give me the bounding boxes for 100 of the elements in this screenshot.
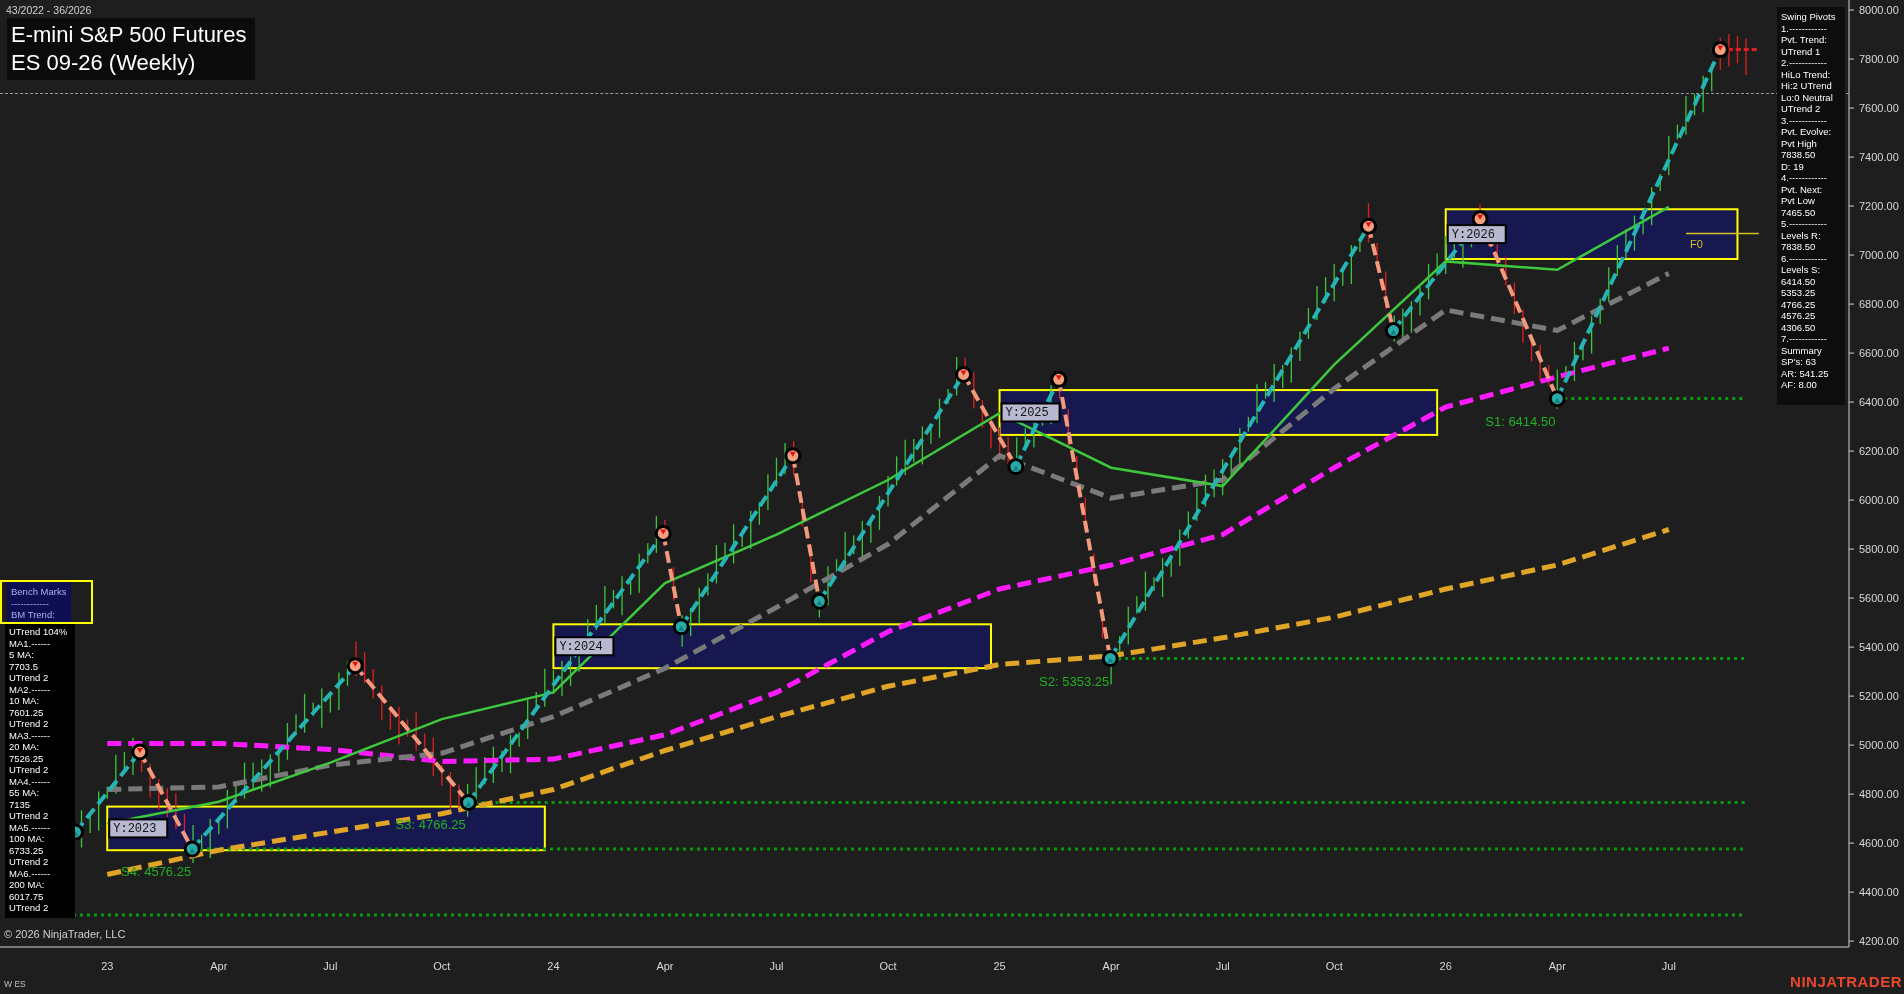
year-label: Y:2026 [1446, 224, 1507, 245]
panel-text: 6017.75 [9, 890, 45, 902]
panel-text: Summary [1781, 344, 1823, 356]
price-axis-label: 6800.00 [1859, 298, 1899, 311]
panel-text: Pvt Low [1781, 195, 1816, 207]
panel-text: UTrend 2 [9, 672, 50, 684]
price-axis-label: 8000.00 [1859, 4, 1899, 17]
price-axis-label: 5600.00 [1859, 592, 1899, 605]
panel-text: 4766.25 [1781, 298, 1817, 310]
chart-title: E-mini S&P 500 Futures [11, 21, 247, 49]
panel-text: 6414.50 [1781, 275, 1817, 287]
panel-text: Levels R: [1781, 229, 1822, 241]
price-axis-label: 7800.00 [1859, 53, 1899, 66]
panel-text: MA5.------ [9, 821, 52, 833]
price-axis-label: 7000.00 [1859, 249, 1899, 262]
year-label: Y:2025 [1000, 402, 1061, 423]
time-axis-label: Apr [656, 960, 674, 972]
price-axis-label: 7400.00 [1859, 151, 1899, 164]
chart-title: ES 09-26 (Weekly) [11, 49, 197, 77]
panel-text: 6733.25 [9, 844, 45, 856]
panel-text: AF: 8.00 [1781, 379, 1818, 391]
panel-text: 200 MA: [9, 879, 46, 891]
panel-text: Hi:2 UTrend [1781, 80, 1833, 92]
price-axis-label: 6600.00 [1859, 347, 1899, 360]
price-axis-label: 4600.00 [1859, 837, 1899, 850]
time-axis-label: Apr [1548, 960, 1566, 972]
panel-text: Pvt. Trend: [1781, 34, 1828, 46]
year-label: Y:2024 [554, 636, 615, 657]
instrument-code: W ES [4, 979, 26, 989]
panel-text: HiLo Trend: [1781, 68, 1832, 80]
panel-text: MA6.------ [9, 867, 52, 879]
time-axis-label: Oct [879, 960, 897, 972]
panel-text: ------------ [11, 597, 50, 609]
price-axis-label: 5800.00 [1859, 543, 1899, 556]
panel-text: AR: 541.25 [1781, 367, 1830, 379]
panel-text: 7703.5 [9, 660, 40, 672]
brand-logo: NINJATRADER [1790, 973, 1902, 990]
time-axis-label: Jul [1215, 960, 1230, 972]
time-axis-label: Apr [1102, 960, 1120, 972]
price-axis-label: 6400.00 [1859, 396, 1899, 409]
panel-text: MA4.------ [9, 775, 52, 787]
panel-text: 7135 [9, 798, 32, 810]
panel-text: 7465.50 [1781, 206, 1817, 218]
panel-text: 2.------------ [1781, 57, 1828, 69]
date-range: 43/2022 - 36/2026 [6, 4, 92, 16]
time-axis-label: Jul [769, 960, 784, 972]
time-axis-label: Oct [433, 960, 451, 972]
time-axis-label: 25 [993, 960, 1006, 972]
time-axis-label: 26 [1439, 960, 1452, 972]
panel-text: 4.------------ [1781, 172, 1828, 184]
panel-text: 4576.25 [1781, 310, 1817, 322]
panel-text: MA2.------ [9, 683, 52, 695]
time-axis-label: Jul [323, 960, 338, 972]
panel-text: UTrend 2 [9, 856, 50, 868]
price-axis-label: 7600.00 [1859, 102, 1899, 115]
panel-text: D: 19 [1781, 160, 1805, 172]
price-axis-label: 6000.00 [1859, 494, 1899, 507]
price-axis-label: 4200.00 [1859, 935, 1899, 948]
panel-text: UTrend 2 [9, 810, 50, 822]
panel-text: BM Trend: [11, 609, 56, 621]
panel-text: UTrend 1 [1781, 45, 1822, 57]
support-label: S1: 6414.50 [1485, 413, 1556, 429]
panel-text: Bench Marks [11, 586, 68, 598]
panel-text: 7838.50 [1781, 149, 1817, 161]
price-axis-label: 5400.00 [1859, 641, 1899, 654]
panel-text: 5 MA: [9, 649, 35, 661]
panel-text: 7838.50 [1781, 241, 1817, 253]
panel-text: Pvt. Next: [1781, 183, 1824, 195]
panel-text: 3.------------ [1781, 114, 1828, 126]
support-label: S3: 4766.25 [395, 817, 466, 833]
panel-text: UTrend 2 [9, 718, 50, 730]
panel-text: SP's: 63 [1781, 356, 1818, 368]
panel-text: 10 MA: [9, 695, 41, 707]
panel-text: MA1.------ [9, 637, 52, 649]
panel-text: Swing Pivots [1781, 11, 1837, 23]
panel-text: Levels S: [1781, 264, 1822, 276]
support-label: S2: 5353.25 [1039, 673, 1110, 689]
panel-text: 5353.25 [1781, 287, 1817, 299]
panel-text: 7601.25 [9, 706, 45, 718]
fib-label: F0 [1690, 237, 1703, 250]
year-label: Y:2023 [108, 818, 169, 839]
panel-text: UTrend 2 [9, 902, 50, 914]
panel-text: 100 MA: [9, 833, 46, 845]
time-axis-label: 23 [101, 960, 114, 972]
panel-text: 55 MA: [9, 787, 41, 799]
panel-text: Pvt High [1781, 137, 1818, 149]
time-axis-label: Oct [1325, 960, 1343, 972]
panel-text: 5.------------ [1781, 218, 1828, 230]
panel-text: 7526.25 [9, 752, 45, 764]
panel-text: Lo:0 Neutral [1781, 91, 1834, 103]
time-axis-label: Jul [1661, 960, 1676, 972]
price-axis-label: 7200.00 [1859, 200, 1899, 213]
price-axis-label: 5200.00 [1859, 690, 1899, 703]
panel-text: UTrend 104% [9, 626, 69, 638]
price-axis-label: 5000.00 [1859, 739, 1899, 752]
copyright: © 2026 NinjaTrader, LLC [4, 928, 126, 940]
panel-text: UTrend 2 [1781, 103, 1822, 115]
time-axis-label: Apr [210, 960, 228, 972]
panel-text: UTrend 2 [9, 764, 50, 776]
panel-text: 4306.50 [1781, 321, 1817, 333]
